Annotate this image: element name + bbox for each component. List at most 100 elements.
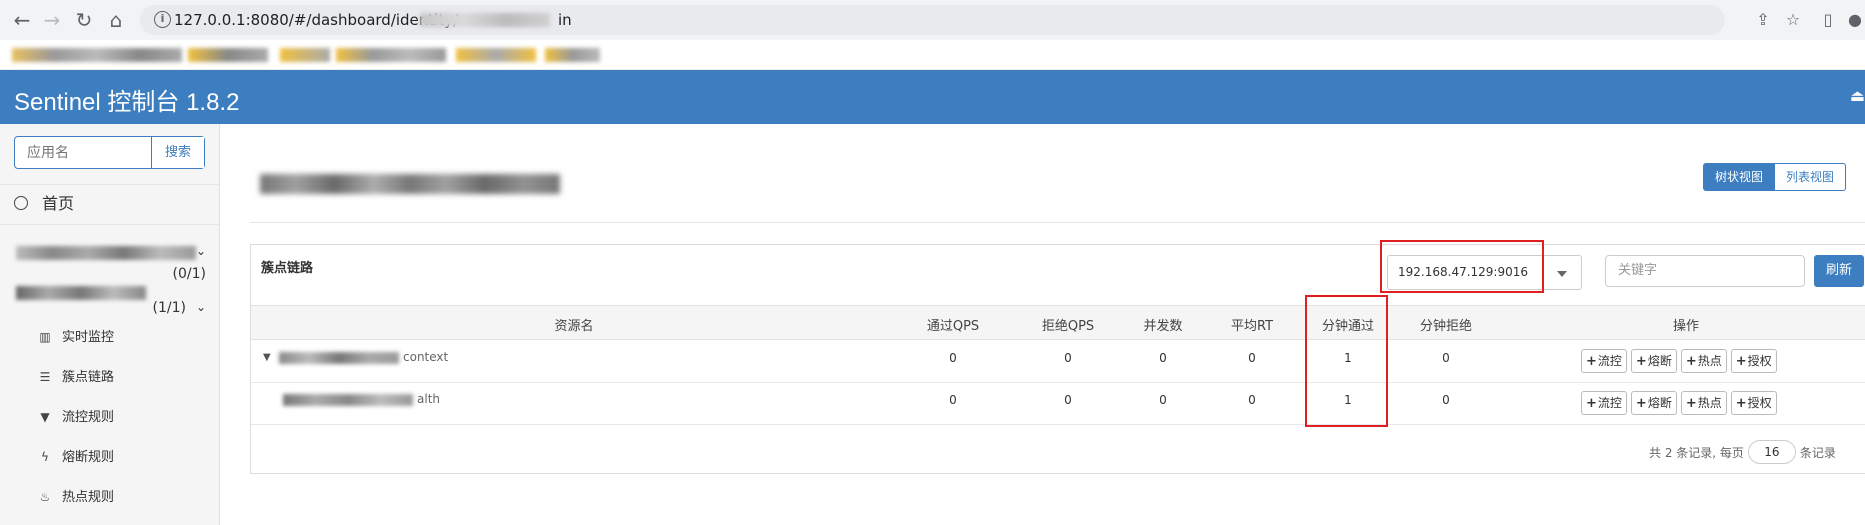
bookmark-redacted[interactable] — [456, 48, 536, 62]
menu-degrade-rules[interactable]: ϟ 熔断规则 — [38, 446, 114, 465]
bookmark-redacted[interactable] — [545, 48, 600, 62]
refresh-button[interactable]: 刷新 — [1814, 255, 1864, 287]
bookmark-redacted[interactable] — [336, 48, 446, 62]
forward-icon[interactable]: → — [40, 8, 64, 32]
flow-control-button[interactable]: +流控 — [1581, 391, 1627, 415]
column-header: 资源名 — [554, 319, 594, 334]
divider — [0, 224, 220, 225]
pager-suffix: 条记录 — [1799, 445, 1836, 460]
chevron-down-icon[interactable]: ⌄ — [196, 244, 206, 258]
fire-icon: ♨ — [39, 490, 51, 504]
logout-icon[interactable]: ⏏ — [1850, 86, 1865, 105]
concurrency: 0 — [1159, 393, 1167, 407]
menu-cluster-link[interactable]: ☰ 簇点链路 — [38, 366, 114, 385]
bookmark-star-icon[interactable]: ☆ — [1783, 10, 1803, 30]
url-text: 127.0.0.1:8080/#/dashboard/identity/ — [174, 11, 459, 29]
row-actions: +流控 +熔断 +热点 +授权 — [1581, 349, 1777, 373]
list-view-button[interactable]: 列表视图 — [1775, 163, 1847, 191]
resource-name-suffix: context — [403, 350, 449, 364]
divider — [250, 222, 1865, 223]
side-panel-icon[interactable]: ▯ — [1818, 10, 1838, 30]
resource-name-suffix: alth — [417, 392, 440, 406]
tree-view-button[interactable]: 树状视图 — [1703, 163, 1776, 191]
sidebar-app-1[interactable]: ⌄ (0/1) — [16, 242, 206, 282]
sidebar-app-2[interactable]: (1/1) ⌄ — [16, 282, 206, 322]
degrade-button[interactable]: +熔断 — [1630, 391, 1677, 415]
sidebar: 搜索 首页 ⌄ (0/1) (1/1) ⌄ ▥实时监控 ☰簇点链路 ▼流控规则 … — [0, 124, 220, 525]
block-qps: 0 — [1064, 393, 1072, 407]
home-label: 首页 — [42, 194, 75, 213]
block-qps: 0 — [1064, 351, 1072, 365]
app-name-redacted — [16, 286, 146, 300]
menu-label: 流控规则 — [62, 410, 115, 425]
bookmark-redacted[interactable] — [280, 48, 330, 62]
menu-label: 簇点链路 — [62, 370, 115, 385]
resource-name-redacted — [279, 352, 399, 364]
divider — [0, 184, 220, 185]
app-title[interactable]: Sentinel 控制台 1.8.2 — [14, 82, 239, 117]
table-row: ▼ context 0 0 0 0 1 0 +流控 +熔断 +热点 +授权 — [251, 341, 1865, 383]
app-search-button[interactable]: 搜索 — [151, 137, 204, 168]
app-search-input[interactable] — [15, 137, 151, 168]
sidebar-item-home[interactable]: 首页 — [14, 190, 74, 214]
menu-hotspot-rules[interactable]: ♨ 热点规则 — [38, 486, 114, 505]
caret-down-icon[interactable] — [1557, 271, 1567, 277]
cluster-link-panel: 簇点链路 192.168.47.129:9016 关键字 刷新 资源名 通过QP… — [250, 244, 1865, 474]
keyword-input[interactable]: 关键字 — [1605, 255, 1805, 287]
bolt-icon: ϟ — [41, 450, 49, 464]
menu-label: 热点规则 — [62, 490, 115, 505]
annotation-box-machine — [1380, 240, 1544, 293]
url-suffix: in — [558, 11, 572, 29]
bookmarks-bar — [0, 40, 1865, 70]
authority-button[interactable]: +授权 — [1730, 391, 1777, 415]
resource-name-redacted — [283, 394, 413, 406]
bar-chart-icon: ▥ — [39, 330, 51, 344]
menu-label: 熔断规则 — [62, 450, 115, 465]
page-heading-redacted — [260, 174, 560, 194]
url-redacted — [420, 13, 550, 27]
app-header: Sentinel 控制台 1.8.2 ⏏ — [0, 70, 1865, 124]
minute-block: 0 — [1442, 351, 1450, 365]
back-icon[interactable]: ← — [10, 8, 34, 32]
menu-flow-rules[interactable]: ▼ 流控规则 — [38, 406, 114, 425]
authority-button[interactable]: +授权 — [1730, 349, 1777, 373]
tree-collapse-icon[interactable]: ▼ — [263, 352, 271, 363]
page-size-input[interactable]: 16 — [1747, 440, 1796, 464]
site-info-icon[interactable]: i — [154, 11, 171, 28]
app-search: 搜索 — [14, 136, 205, 169]
panel-title: 簇点链路 — [261, 261, 314, 276]
app-health-count: (0/1) — [172, 266, 206, 282]
pager-total: 共 2 条记录, 每页 — [1649, 445, 1744, 460]
bookmark-redacted[interactable] — [12, 48, 182, 62]
row-actions: +流控 +熔断 +热点 +授权 — [1581, 391, 1777, 415]
column-header: 平均RT — [1230, 319, 1274, 334]
menu-realtime-monitor[interactable]: ▥ 实时监控 — [38, 326, 114, 345]
browser-toolbar: ← → ↻ ⌂ i 127.0.0.1:8080/#/dashboard/ide… — [0, 0, 1865, 40]
list-icon: ☰ — [39, 370, 51, 384]
table-header: 资源名 通过QPS 拒绝QPS 并发数 平均RT 分钟通过 分钟拒绝 操作 — [251, 305, 1865, 340]
flow-control-button[interactable]: +流控 — [1581, 349, 1627, 373]
column-header: 操作 — [1672, 319, 1700, 334]
clock-icon — [14, 196, 28, 210]
pagination: 共 2 条记录, 每页 16 条记录 — [1649, 440, 1836, 464]
column-header: 分钟拒绝 — [1419, 319, 1473, 334]
hotspot-button[interactable]: +热点 — [1680, 349, 1727, 373]
concurrency: 0 — [1159, 351, 1167, 365]
column-header: 拒绝QPS — [1041, 319, 1095, 334]
filter-icon: ▼ — [40, 410, 50, 424]
pass-qps: 0 — [949, 351, 957, 365]
share-icon[interactable]: ⇪ — [1753, 10, 1773, 30]
avg-rt: 0 — [1248, 393, 1256, 407]
annotation-box-minute-pass — [1305, 295, 1388, 427]
menu-label: 实时监控 — [62, 330, 115, 345]
avg-rt: 0 — [1248, 351, 1256, 365]
degrade-button[interactable]: +熔断 — [1630, 349, 1677, 373]
address-bar[interactable]: i 127.0.0.1:8080/#/dashboard/identity/ i… — [140, 5, 1725, 35]
hotspot-button[interactable]: +热点 — [1680, 391, 1727, 415]
column-header: 通过QPS — [926, 319, 980, 334]
bookmark-redacted[interactable] — [188, 48, 268, 62]
profile-icon[interactable]: ● — [1845, 10, 1865, 30]
reload-icon[interactable]: ↻ — [72, 8, 96, 32]
chevron-down-icon[interactable]: ⌄ — [196, 300, 206, 314]
home-icon[interactable]: ⌂ — [104, 8, 128, 32]
